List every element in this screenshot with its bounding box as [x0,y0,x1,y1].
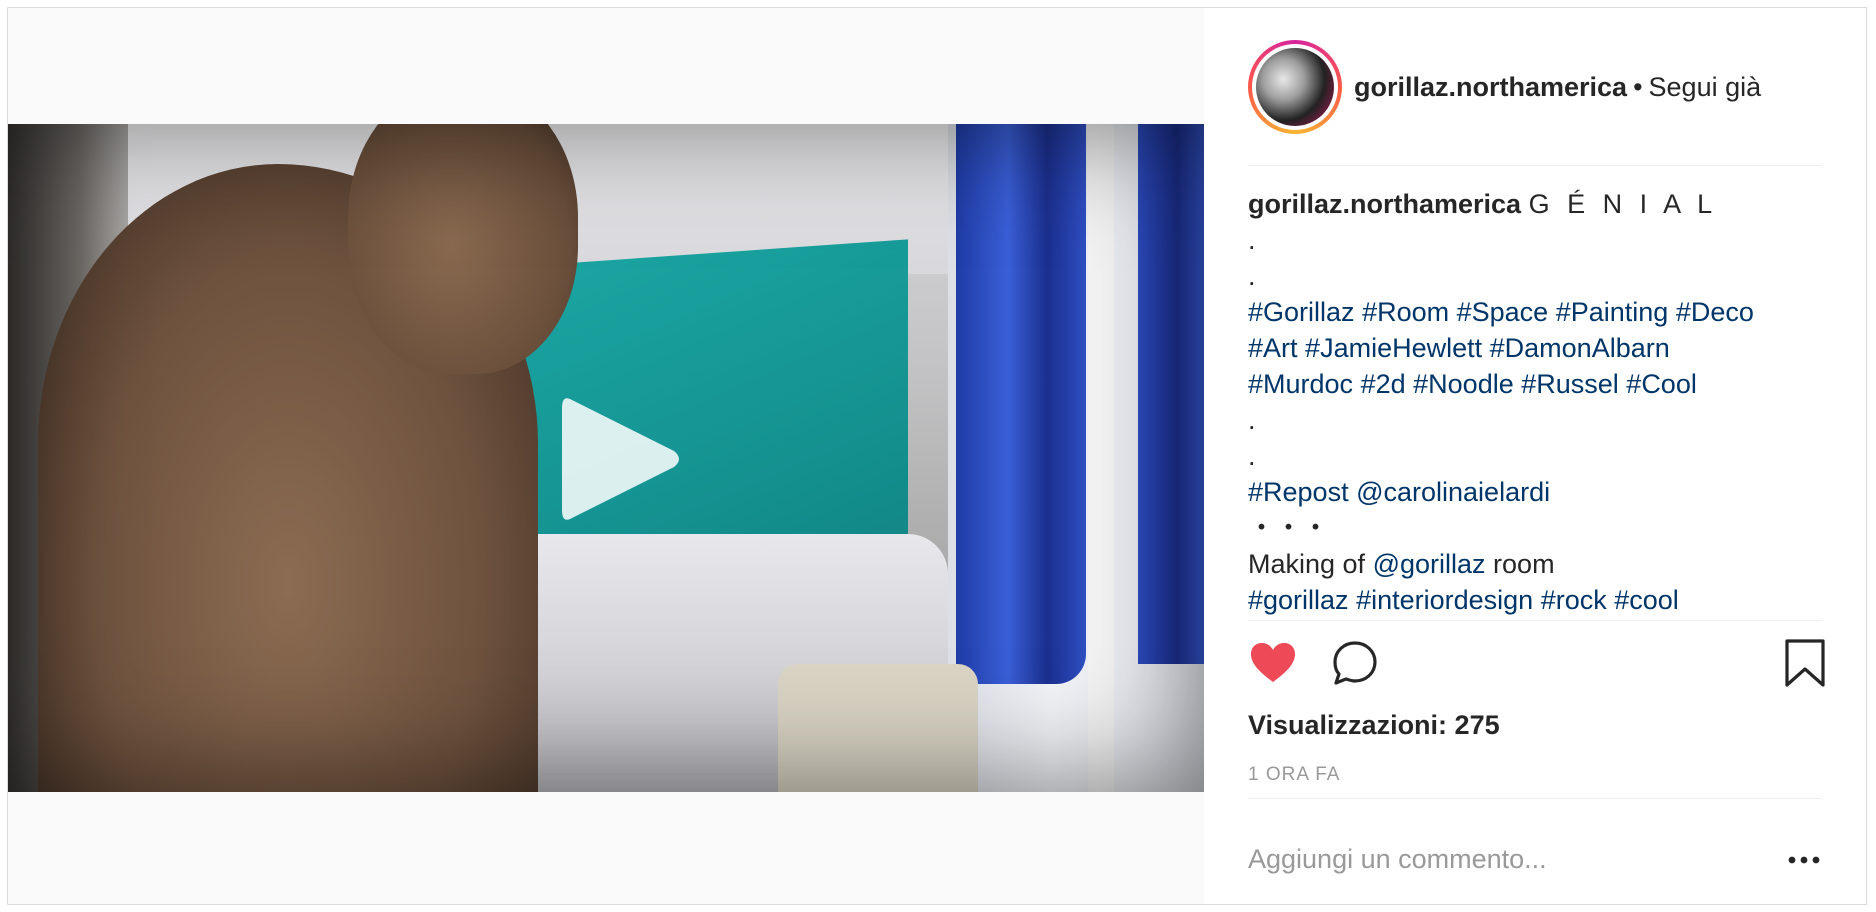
caption-dot: . [1248,261,1256,291]
mention-link[interactable]: @carolinaielardi [1356,477,1550,507]
media-area [8,8,1204,904]
hashtag-link[interactable]: #Painting [1556,297,1669,327]
hashtag-line: #Murdoc #2d #Noodle #Russel #Cool [1248,366,1822,402]
caption-first-line: gorillaz.northamerica G É N I A L [1248,186,1822,222]
hashtag-link[interactable]: #gorillaz [1248,585,1349,615]
caption: gorillaz.northamerica G É N I A L . . #G… [1248,186,1822,618]
more-options-button[interactable] [1786,842,1822,878]
caption-author-link[interactable]: gorillaz.northamerica [1248,189,1521,219]
hashtag-link[interactable]: #Russel [1521,369,1619,399]
hashtag-line: #Art #JamieHewlett #DamonAlbarn [1248,330,1822,366]
hashtag-link[interactable]: #JamieHewlett [1305,333,1482,363]
making-of-line: Making of @gorillaz room [1248,546,1822,582]
hashtag-link[interactable]: #Art [1248,333,1298,363]
header-text: gorillaz.northamerica • Segui già [1354,72,1761,103]
action-bar [1248,638,1825,690]
hashtag-link[interactable]: #2d [1361,369,1406,399]
follow-status-button[interactable]: Segui già [1649,72,1762,102]
like-button[interactable] [1248,638,1298,688]
bookmark-icon [1785,639,1825,687]
post-timestamp[interactable]: 1 ORA FA [1248,764,1340,786]
hashtag-link[interactable]: #interiordesign [1356,585,1533,615]
hashtag-link[interactable]: #Space [1457,297,1549,327]
avatar-ring [1252,44,1338,130]
comment-divider [1248,798,1822,799]
play-button[interactable] [558,394,683,524]
hashtag-link[interactable]: #Repost [1248,477,1349,507]
hashtag-link[interactable]: #cool [1614,585,1679,615]
hashtag-line: #gorillaz #interiordesign #rock #cool [1248,582,1822,618]
heart-icon [1251,643,1295,682]
hashtag-link[interactable]: #Room [1362,297,1449,327]
username-link[interactable]: gorillaz.northamerica [1354,72,1627,102]
caption-divider [1248,620,1822,621]
hashtag-link[interactable]: #Murdoc [1248,369,1353,399]
view-count[interactable]: Visualizzazioni: 275 [1248,710,1500,741]
hashtag-line: #Gorillaz #Room #Space #Painting #Deco [1248,294,1822,330]
more-options-icon [1788,856,1820,864]
comment-icon [1333,641,1377,685]
play-icon [562,398,679,520]
caption-dot: . [1248,441,1256,471]
comment-input[interactable] [1248,824,1768,894]
making-of-text: Making of [1248,549,1366,579]
caption-ellipsis: ・・・ [1248,513,1329,543]
making-of-text: room [1493,549,1555,579]
mention-link[interactable]: @gorillaz [1373,549,1486,579]
avatar[interactable] [1248,40,1342,134]
save-button[interactable] [1780,638,1830,688]
caption-dot: . [1248,405,1256,435]
post-header: gorillaz.northamerica • Segui già [1248,38,1828,136]
hashtag-link[interactable]: #Gorillaz [1248,297,1355,327]
hashtag-link[interactable]: #rock [1541,585,1607,615]
repost-line: #Repost @carolinaielardi [1248,474,1822,510]
comment-form [1248,824,1822,894]
comment-button[interactable] [1330,638,1380,688]
video-player[interactable] [8,124,1204,792]
header-divider [1248,165,1822,166]
follow-separator: • [1633,71,1643,102]
post-side-panel: gorillaz.northamerica • Segui già gorillaz… [1204,8,1866,904]
post-container: gorillaz.northamerica • Segui già gorillaz… [7,7,1867,905]
avatar-image [1256,48,1334,126]
hashtag-link[interactable]: #Noodle [1413,369,1514,399]
hashtag-link[interactable]: #Deco [1676,297,1754,327]
hashtag-link[interactable]: #DamonAlbarn [1490,333,1670,363]
hashtag-link[interactable]: #Cool [1626,369,1697,399]
caption-text: G É N I A L [1528,189,1718,219]
caption-dot: . [1248,225,1256,255]
